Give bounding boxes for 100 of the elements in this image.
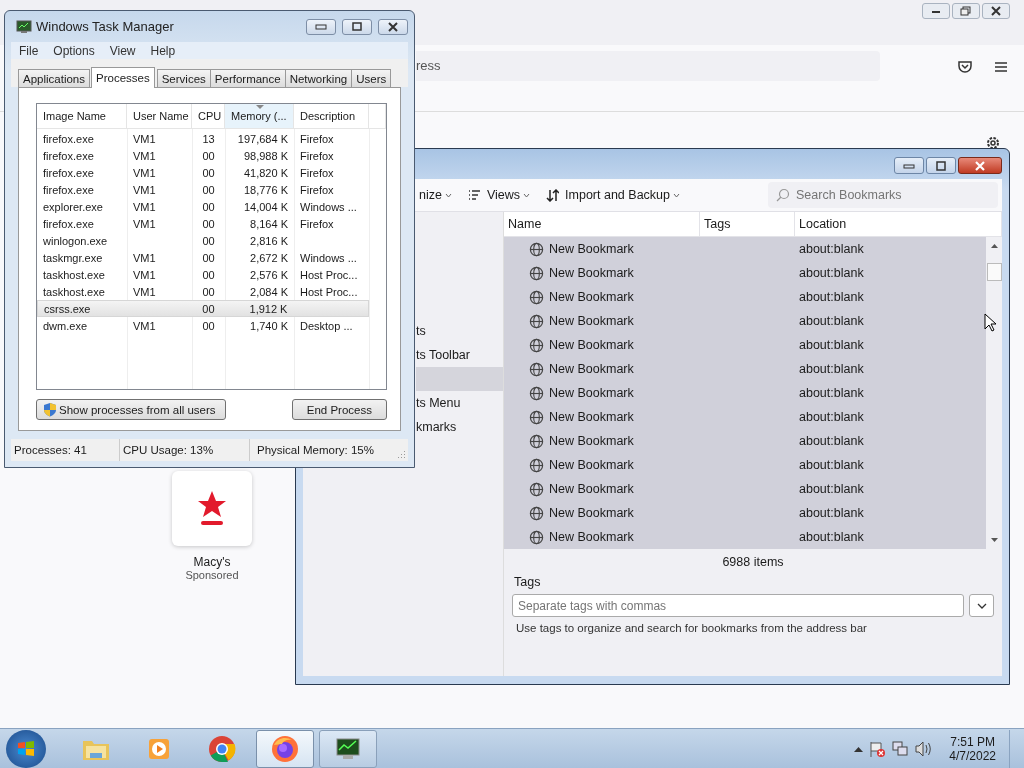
- globe-icon: [529, 385, 544, 401]
- bookmark-name: New Bookmark: [549, 458, 634, 472]
- close-button[interactable]: [958, 157, 1002, 174]
- column-header[interactable]: User Name: [127, 104, 192, 128]
- scroll-thumb[interactable]: [986, 263, 1002, 281]
- user-name: VM1: [133, 166, 156, 179]
- tile-title: Macy's: [193, 555, 231, 569]
- process-row[interactable]: explorer.exe VM1 00 14,004 K Windows ...: [37, 198, 369, 215]
- caret-icon: [444, 192, 452, 198]
- process-row[interactable]: taskhost.exe VM1 00 2,084 K Host Proc...: [37, 283, 369, 300]
- bookmark-name: New Bookmark: [549, 314, 634, 328]
- status-text: CPU Usage: 13%: [120, 439, 250, 461]
- folder-item[interactable]: ts: [416, 319, 503, 343]
- clock[interactable]: 7:51 PM 4/7/2022: [949, 734, 996, 763]
- import-backup-menu[interactable]: Import and Backup: [543, 186, 683, 204]
- status-text: Processes: 41: [11, 439, 120, 461]
- search-field[interactable]: Search Bookmarks: [768, 182, 998, 208]
- globe-icon: [529, 457, 544, 473]
- column-header[interactable]: Location: [795, 212, 1002, 236]
- tab[interactable]: Processes: [91, 67, 155, 88]
- maximize-icon: [935, 160, 947, 171]
- process-button[interactable]: Show processes from all users: [36, 399, 226, 420]
- column-header[interactable]: Tags: [700, 212, 795, 236]
- menu-item[interactable]: View: [109, 43, 136, 58]
- user-name: VM1: [133, 251, 156, 264]
- process-row[interactable]: firefox.exe VM1 00 41,820 K Firefox: [37, 164, 369, 181]
- tags-field[interactable]: Separate tags with commas: [512, 594, 964, 617]
- pocket-icon[interactable]: [958, 60, 972, 73]
- folder-item[interactable]: ts Toolbar: [416, 343, 503, 367]
- maximize-button[interactable]: [342, 18, 372, 35]
- process-row[interactable]: firefox.exe VM1 00 18,776 K Firefox: [37, 181, 369, 198]
- process-name: taskmgr.exe: [43, 251, 103, 264]
- settings-icon[interactable]: [985, 135, 1001, 151]
- column-header[interactable]: Name: [504, 212, 700, 236]
- monitor-icon: [16, 19, 32, 34]
- address-field[interactable]: ress: [416, 51, 880, 81]
- tab[interactable]: Applications: [18, 69, 90, 87]
- process-description: Firefox: [300, 132, 334, 145]
- menu-item[interactable]: Help: [150, 43, 176, 58]
- globe-icon: [529, 505, 544, 521]
- tab[interactable]: Services: [156, 69, 211, 87]
- process-name: winlogon.exe: [43, 234, 108, 247]
- process-name: taskhost.exe: [43, 268, 105, 281]
- taskbar-button[interactable]: [319, 729, 377, 768]
- volume-icon[interactable]: [914, 740, 933, 757]
- dropdown-button[interactable]: [969, 594, 994, 617]
- menu-item[interactable]: Options: [53, 43, 95, 58]
- memory-value: 41,820 K: [243, 166, 288, 179]
- organize-menu[interactable]: nize: [416, 186, 455, 204]
- column-header[interactable]: Description: [294, 104, 369, 128]
- show-hidden-icons-icon[interactable]: [854, 745, 864, 752]
- bookmark-location: about:blank: [799, 530, 864, 544]
- cpu-value: 00: [202, 268, 215, 281]
- scroll-up-icon[interactable]: [989, 243, 999, 249]
- bookmark-location: about:blank: [799, 410, 864, 424]
- cpu-value: 13: [202, 132, 215, 145]
- taskbar-button[interactable]: [256, 729, 314, 768]
- bookmark-name: New Bookmark: [549, 242, 634, 256]
- process-button[interactable]: End Process: [291, 399, 387, 420]
- column-header[interactable]: Image Name: [37, 104, 127, 128]
- tab[interactable]: Performance: [209, 69, 286, 87]
- process-row[interactable]: firefox.exe VM1 00 98,988 K Firefox: [37, 147, 369, 164]
- menu-item[interactable]: File: [19, 43, 39, 58]
- cpu-value: 00: [202, 234, 215, 247]
- tab[interactable]: Networking: [284, 69, 353, 87]
- process-row[interactable]: dwm.exe VM1 00 1,740 K Desktop ...: [37, 317, 369, 334]
- minimize-button[interactable]: [922, 3, 950, 19]
- cpu-value: 00: [202, 285, 215, 298]
- tab[interactable]: Users: [351, 69, 392, 87]
- close-button[interactable]: [378, 18, 408, 35]
- process-row[interactable]: csrss.exe 00 1,912 K: [37, 300, 369, 317]
- bookmark-location: about:blank: [799, 506, 864, 520]
- bookmark-location: about:blank: [799, 242, 864, 256]
- process-row[interactable]: winlogon.exe 00 2,816 K: [37, 232, 369, 249]
- maximize-button[interactable]: [926, 157, 956, 174]
- minimize-icon: [315, 23, 327, 30]
- action-center-flag-icon[interactable]: [868, 739, 887, 758]
- memory-value: 14,004 K: [243, 200, 288, 213]
- memory-value: 1,740 K: [250, 319, 288, 332]
- column-header[interactable]: Memory (...: [225, 104, 294, 128]
- menu-icon[interactable]: [994, 61, 1008, 73]
- network-icon[interactable]: [891, 739, 910, 758]
- resize-grip-icon[interactable]: [397, 450, 406, 459]
- scroll-down-icon[interactable]: [989, 537, 999, 543]
- start-button[interactable]: [6, 729, 46, 768]
- bookmark-name: New Bookmark: [549, 338, 634, 352]
- process-row[interactable]: firefox.exe VM1 00 8,164 K Firefox: [37, 215, 369, 232]
- views-menu[interactable]: Views: [464, 186, 534, 204]
- caret-icon: [523, 192, 531, 198]
- process-row[interactable]: taskmgr.exe VM1 00 2,672 K Windows ...: [37, 249, 369, 266]
- firefox-icon: [271, 734, 299, 763]
- process-row[interactable]: taskhost.exe VM1 00 2,576 K Host Proc...: [37, 266, 369, 283]
- shortcut-tile[interactable]: [172, 471, 252, 546]
- folder-item[interactable]: kmarks: [416, 415, 503, 439]
- folder-item[interactable]: ts Menu: [416, 391, 503, 415]
- process-row[interactable]: firefox.exe VM1 13 197,684 K Firefox: [37, 130, 369, 147]
- close-button[interactable]: [982, 3, 1010, 19]
- scrollbar[interactable]: [986, 237, 1002, 547]
- restore-button[interactable]: [952, 3, 980, 19]
- bookmark-location: about:blank: [799, 434, 864, 448]
